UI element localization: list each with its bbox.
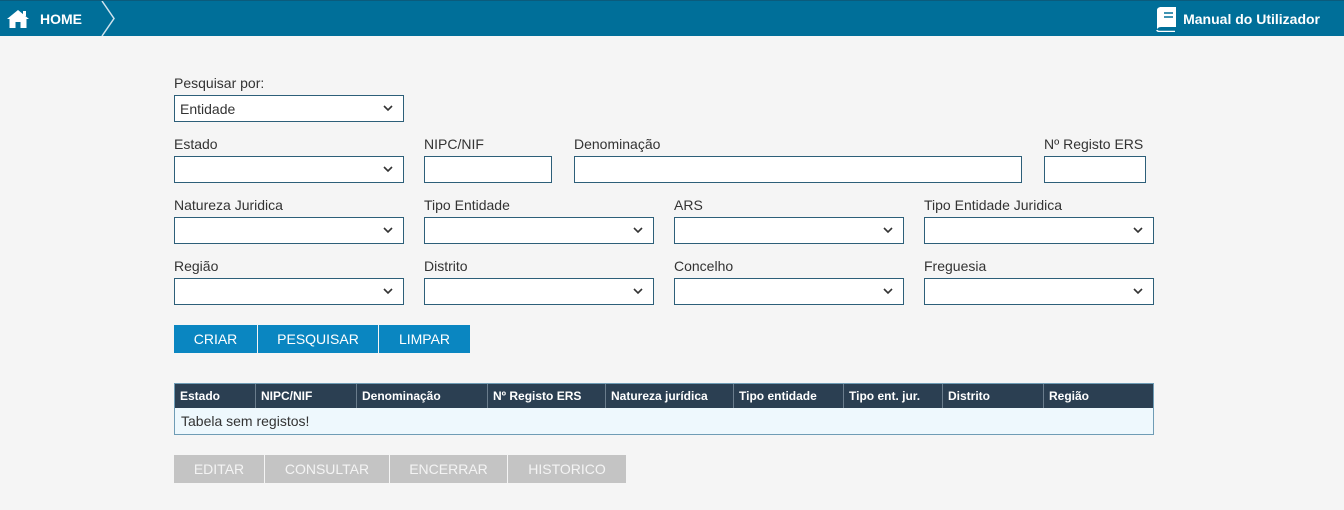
search-by-value: Entidade <box>180 100 236 117</box>
chevron-down-icon <box>633 227 643 234</box>
tipo-entidade-select[interactable] <box>424 217 654 244</box>
top-navigation-bar: HOME Manual do Utilizador <box>0 0 1344 36</box>
distrito-label: Distrito <box>424 258 468 274</box>
denominacao-label: Denominação <box>574 136 661 152</box>
limpar-button[interactable]: LIMPAR <box>379 325 470 353</box>
distrito-select[interactable] <box>424 278 654 305</box>
column-header-estado[interactable]: Estado <box>175 384 256 408</box>
home-icon <box>7 9 29 28</box>
column-header-distrito[interactable]: Distrito <box>943 384 1044 408</box>
registo-ers-label: Nº Registo ERS <box>1044 136 1144 152</box>
chevron-down-icon <box>383 105 393 112</box>
column-header-regiao[interactable]: Região <box>1044 384 1153 408</box>
historico-button[interactable]: HISTORICO <box>508 455 626 483</box>
natureza-juridica-label: Natureza Juridica <box>174 197 283 213</box>
table-header: Estado NIPC/NIF Denominação Nº Registo E… <box>175 384 1153 408</box>
ars-select[interactable] <box>674 217 904 244</box>
tipo-entidade-juridica-label: Tipo Entidade Juridica <box>924 197 1063 213</box>
column-header-nipc[interactable]: NIPC/NIF <box>256 384 357 408</box>
denominacao-input[interactable] <box>574 156 1022 183</box>
natureza-juridica-select[interactable] <box>174 217 404 244</box>
table-empty-message: Tabela sem registos! <box>175 408 1153 434</box>
home-link[interactable]: HOME <box>0 1 115 36</box>
results-table: Estado NIPC/NIF Denominação Nº Registo E… <box>174 383 1154 435</box>
column-header-registo-ers[interactable]: Nº Registo ERS <box>488 384 606 408</box>
freguesia-label: Freguesia <box>924 258 987 274</box>
book-icon <box>1156 6 1177 32</box>
column-header-natureza-juridica[interactable]: Natureza jurídica <box>606 384 734 408</box>
search-by-select[interactable]: Entidade <box>174 95 404 122</box>
search-by-label: Pesquisar por: <box>174 75 265 91</box>
tipo-entidade-label: Tipo Entidade <box>424 197 510 213</box>
chevron-down-icon <box>633 288 643 295</box>
column-header-tipo-entidade[interactable]: Tipo entidade <box>734 384 844 408</box>
nipc-input[interactable] <box>424 156 552 183</box>
pesquisar-button[interactable]: PESQUISAR <box>258 325 378 353</box>
chevron-down-icon <box>1133 288 1143 295</box>
freguesia-select[interactable] <box>924 278 1154 305</box>
home-label: HOME <box>40 10 82 27</box>
chevron-down-icon <box>383 288 393 295</box>
criar-button[interactable]: CRIAR <box>174 325 257 353</box>
editar-button[interactable]: EDITAR <box>174 455 264 483</box>
user-manual-link[interactable]: Manual do Utilizador <box>1154 1 1320 36</box>
chevron-down-icon <box>883 227 893 234</box>
chevron-down-icon <box>383 166 393 173</box>
breadcrumb-separator-icon <box>101 1 115 36</box>
user-manual-label: Manual do Utilizador <box>1183 10 1320 27</box>
concelho-label: Concelho <box>674 258 734 274</box>
regiao-select[interactable] <box>174 278 404 305</box>
ars-label: ARS <box>674 197 703 213</box>
chevron-down-icon <box>383 227 393 234</box>
regiao-label: Região <box>174 258 219 274</box>
concelho-select[interactable] <box>674 278 904 305</box>
estado-label: Estado <box>174 136 218 152</box>
registo-ers-input[interactable] <box>1044 156 1146 183</box>
estado-select[interactable] <box>174 156 404 183</box>
nipc-label: NIPC/NIF <box>424 136 484 152</box>
consultar-button[interactable]: CONSULTAR <box>265 455 389 483</box>
column-header-denominacao[interactable]: Denominação <box>357 384 488 408</box>
column-header-tipo-ent-jur[interactable]: Tipo ent. jur. <box>844 384 943 408</box>
chevron-down-icon <box>1133 227 1143 234</box>
chevron-down-icon <box>883 288 893 295</box>
tipo-entidade-juridica-select[interactable] <box>924 217 1154 244</box>
encerrar-button[interactable]: ENCERRAR <box>390 455 507 483</box>
